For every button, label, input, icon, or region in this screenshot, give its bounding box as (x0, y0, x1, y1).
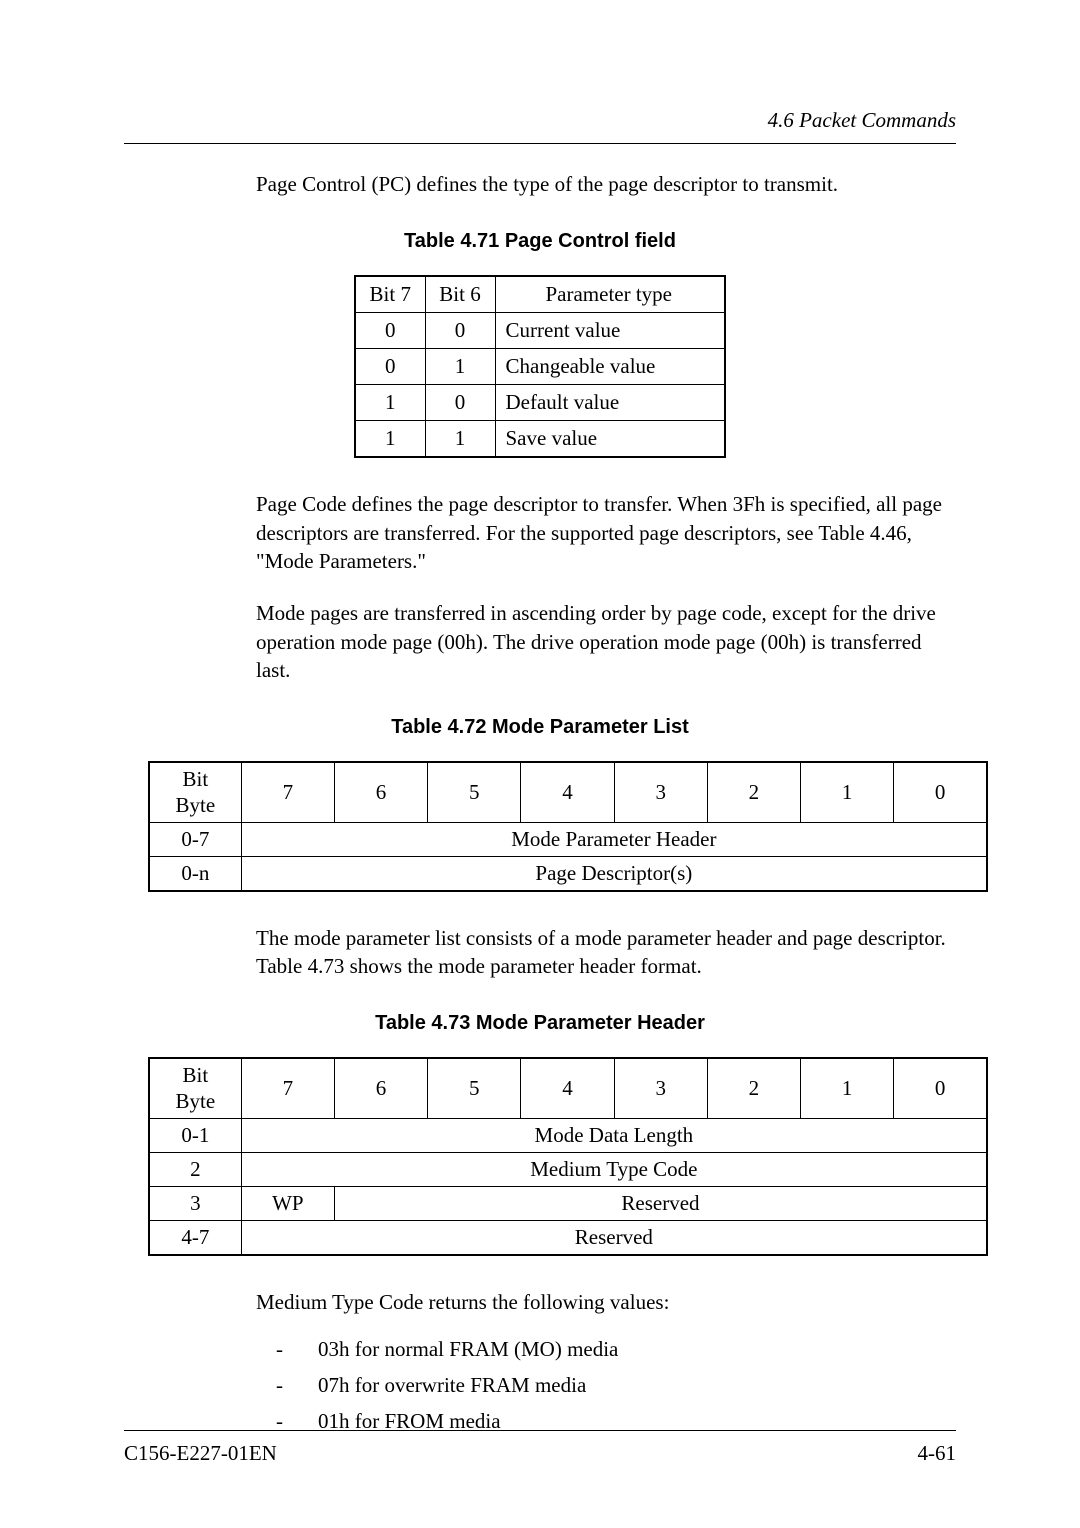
cell: Default value (495, 385, 725, 421)
bit-header: 6 (334, 762, 427, 822)
corner-top: Bit (158, 767, 233, 792)
corner-cell: Bit Byte (149, 762, 241, 822)
span-cell: Mode Parameter Header (241, 822, 987, 856)
footer-left: C156-E227-01EN (124, 1441, 277, 1466)
table-473: Bit Byte 7 6 5 4 3 2 1 0 0-1 Mode Data L… (148, 1057, 988, 1255)
header-rule (124, 143, 956, 144)
table-row: 0 1 Changeable value (355, 349, 725, 385)
table-row: 4-7 Reserved (149, 1220, 987, 1255)
cell: Changeable value (495, 349, 725, 385)
cell: 1 (355, 385, 425, 421)
table-472: Bit Byte 7 6 5 4 3 2 1 0 0-7 Mode Parame… (148, 761, 988, 891)
table-header-row: Bit Byte 7 6 5 4 3 2 1 0 (149, 1058, 987, 1118)
bit-header: 4 (521, 1058, 614, 1118)
table-473-caption: Table 4.73 Mode Parameter Header (124, 1012, 956, 1035)
byte-label: 0-7 (149, 822, 241, 856)
bit-header: 1 (801, 1058, 894, 1118)
table-row: 0-1 Mode Data Length (149, 1118, 987, 1152)
table-472-caption: Table 4.72 Mode Parameter List (124, 716, 956, 739)
bit-header: 6 (334, 1058, 427, 1118)
span-cell: Reserved (241, 1220, 987, 1255)
table-471: Bit 7 Bit 6 Parameter type 0 0 Current v… (354, 275, 726, 458)
th-param: Parameter type (495, 276, 725, 313)
span-cell: Page Descriptor(s) (241, 856, 987, 891)
table-header-row: Bit 7 Bit 6 Parameter type (355, 276, 725, 313)
table-row: 0-n Page Descriptor(s) (149, 856, 987, 891)
byte-label: 0-n (149, 856, 241, 891)
cell: 1 (355, 421, 425, 458)
span-cell: WP (241, 1186, 334, 1220)
bit-header: 2 (707, 1058, 800, 1118)
cell: 1 (425, 421, 495, 458)
paragraph-5: Medium Type Code returns the following v… (256, 1288, 956, 1316)
cell: 0 (425, 313, 495, 349)
cell: 0 (355, 349, 425, 385)
corner-bottom: Byte (158, 793, 233, 818)
bit-header: 7 (241, 762, 334, 822)
bit-header: 4 (521, 762, 614, 822)
list-item: 07h for overwrite FRAM media (276, 1368, 956, 1404)
footer-rule (124, 1430, 956, 1431)
cell: Current value (495, 313, 725, 349)
bit-header: 1 (801, 762, 894, 822)
table-header-row: Bit Byte 7 6 5 4 3 2 1 0 (149, 762, 987, 822)
section-header: 4.6 Packet Commands (124, 108, 956, 133)
table-row: 1 1 Save value (355, 421, 725, 458)
th-bit7: Bit 7 (355, 276, 425, 313)
footer-right: 4-61 (918, 1441, 957, 1466)
bit-header: 0 (894, 762, 987, 822)
bit-header: 3 (614, 1058, 707, 1118)
paragraph-2: Page Code defines the page descriptor to… (256, 490, 956, 575)
bit-header: 5 (428, 1058, 521, 1118)
medium-type-list: 03h for normal FRAM (MO) media 07h for o… (276, 1332, 956, 1439)
table-471-caption: Table 4.71 Page Control field (124, 230, 956, 253)
corner-top: Bit (158, 1063, 233, 1088)
byte-label: 3 (149, 1186, 241, 1220)
paragraph-4: The mode parameter list consists of a mo… (256, 924, 956, 981)
byte-label: 2 (149, 1152, 241, 1186)
cell: Save value (495, 421, 725, 458)
page-footer: C156-E227-01EN 4-61 (124, 1430, 956, 1466)
bit-header: 2 (707, 762, 800, 822)
bit-header: 7 (241, 1058, 334, 1118)
cell: 0 (355, 313, 425, 349)
table-row: 1 0 Default value (355, 385, 725, 421)
list-item: 03h for normal FRAM (MO) media (276, 1332, 956, 1368)
bit-header: 5 (428, 762, 521, 822)
byte-label: 4-7 (149, 1220, 241, 1255)
cell: 0 (425, 385, 495, 421)
bit-header: 0 (894, 1058, 987, 1118)
table-row: 0-7 Mode Parameter Header (149, 822, 987, 856)
cell: 1 (425, 349, 495, 385)
paragraph-3: Mode pages are transferred in ascending … (256, 599, 956, 684)
paragraph-1: Page Control (PC) defines the type of th… (256, 170, 956, 198)
table-row: 0 0 Current value (355, 313, 725, 349)
table-row: 2 Medium Type Code (149, 1152, 987, 1186)
table-row: 3 WP Reserved (149, 1186, 987, 1220)
span-cell: Reserved (334, 1186, 987, 1220)
span-cell: Medium Type Code (241, 1152, 987, 1186)
byte-label: 0-1 (149, 1118, 241, 1152)
corner-cell: Bit Byte (149, 1058, 241, 1118)
span-cell: Mode Data Length (241, 1118, 987, 1152)
th-bit6: Bit 6 (425, 276, 495, 313)
corner-bottom: Byte (158, 1089, 233, 1114)
bit-header: 3 (614, 762, 707, 822)
